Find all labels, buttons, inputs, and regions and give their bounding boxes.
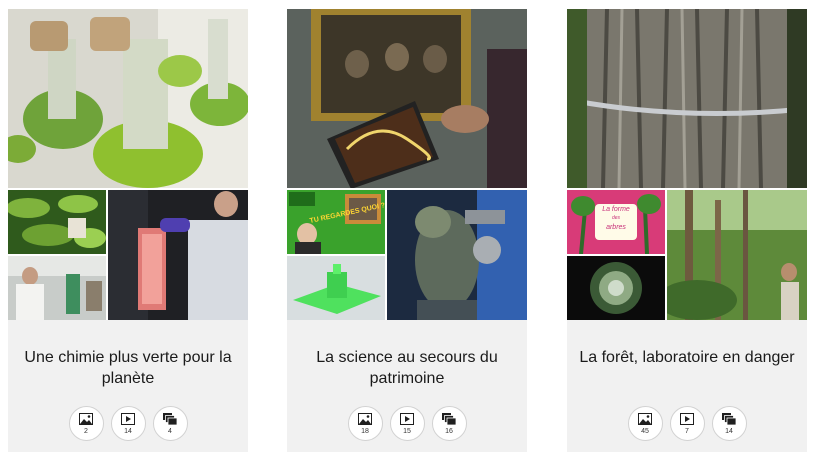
hero-photo-tree-band (567, 9, 807, 188)
card-title[interactable]: La science au secours du patrimoine (299, 347, 515, 389)
photo-lab-researcher (8, 256, 106, 320)
card-stats: 45 7 14 (567, 406, 807, 441)
images-count-badge[interactable]: 2 (68, 406, 104, 441)
image-icon (638, 413, 652, 425)
collections-count-badge[interactable]: 4 (152, 406, 188, 441)
images-count-badge[interactable]: 18 (347, 406, 383, 441)
image-icon (79, 413, 93, 425)
photo-forest-researcher (667, 190, 807, 320)
theme-card-forest-lab[interactable]: La forme des arbres La forêt, laboratoir… (567, 9, 807, 452)
images-count: 2 (84, 428, 88, 435)
videos-count-badge[interactable]: 14 (110, 406, 146, 441)
card-title[interactable]: La forêt, laboratoire en danger (579, 347, 795, 368)
videos-count: 14 (124, 428, 132, 435)
video-play-icon (400, 413, 414, 425)
collections-count-badge[interactable]: 16 (431, 406, 467, 441)
photo-la-forme-des-arbres: La forme des arbres (567, 190, 665, 254)
images-count: 18 (361, 428, 369, 435)
collection-stack-icon (163, 413, 177, 425)
photo-canopy-fisheye (567, 256, 665, 320)
card-stats: 2 14 4 (8, 406, 248, 441)
theme-card-heritage-science[interactable]: TU REGARDES QUOI ? La science au secours… (287, 9, 527, 452)
card-stats: 18 15 16 (287, 406, 527, 441)
video-play-icon (680, 413, 694, 425)
collections-count: 14 (725, 428, 733, 435)
photo-reactor-scientist (108, 190, 248, 320)
photo-statue-microscope (387, 190, 527, 320)
videos-count-badge[interactable]: 7 (669, 406, 705, 441)
photo-3d-model-scan (287, 256, 385, 320)
collection-stack-icon (722, 413, 736, 425)
video-play-icon (121, 413, 135, 425)
videos-count: 7 (685, 428, 689, 435)
videos-count-badge[interactable]: 15 (389, 406, 425, 441)
card-title[interactable]: Une chimie plus verte pour la planète (20, 347, 236, 389)
photo-tu-regardes-quoi: TU REGARDES QUOI ? (287, 190, 385, 254)
hero-photo-tablet-painting (287, 9, 527, 188)
card-image-mosaic[interactable] (8, 9, 248, 320)
images-count-badge[interactable]: 45 (627, 406, 663, 441)
collections-count: 4 (168, 428, 172, 435)
card-image-mosaic[interactable]: TU REGARDES QUOI ? (287, 9, 527, 320)
collections-count: 16 (445, 428, 453, 435)
collection-stack-icon (442, 413, 456, 425)
theme-card-green-chemistry[interactable]: Une chimie plus verte pour la planète 2 … (8, 9, 248, 452)
hero-photo-flasks (8, 9, 248, 188)
image-icon (358, 413, 372, 425)
images-count: 45 (641, 428, 649, 435)
thumbnail-caption: La forme des arbres (602, 206, 630, 231)
photo-plant-leaves (8, 190, 106, 254)
videos-count: 15 (403, 428, 411, 435)
collections-count-badge[interactable]: 14 (711, 406, 747, 441)
card-image-mosaic[interactable]: La forme des arbres (567, 9, 807, 320)
